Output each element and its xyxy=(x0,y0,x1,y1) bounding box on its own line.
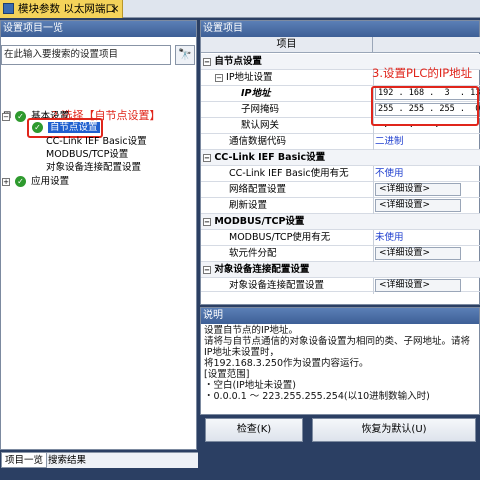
grid-column-header: 项目 xyxy=(201,37,480,53)
collapse-icon[interactable]: − xyxy=(203,217,211,226)
communication-code-value[interactable]: 二进制 xyxy=(375,134,404,149)
check-icon: ✓ xyxy=(15,111,27,122)
title-bar: 模块参数 以太网端口 × xyxy=(0,0,480,18)
window-title: 模块参数 以太网端口 xyxy=(18,3,116,15)
tree-item-target-device-connection[interactable]: 对象设备连接配置设置 xyxy=(46,161,141,175)
row-label: 对象设备连接配置设置 xyxy=(229,280,325,291)
check-icon: ✓ xyxy=(15,176,27,187)
row-label: CC-Link IEF Basic设置 xyxy=(214,152,326,163)
row-network-config: 网络配置设置 <详细设置> xyxy=(201,182,480,198)
tree-item-label: MODBUS/TCP设置 xyxy=(46,149,129,160)
search-input[interactable]: 在此输入要搜索的设置项目 xyxy=(1,45,171,65)
row-label: 对象设备连接配置设置 xyxy=(214,264,310,275)
tree-item-label: CC-Link IEF Basic设置 xyxy=(46,136,147,147)
row-communication-data-code: 通信数据代码 二进制 xyxy=(201,134,480,150)
group-target-device-connection[interactable]: − 对象设备连接配置设置 xyxy=(201,262,480,278)
row-label: IP地址设置 xyxy=(226,72,273,83)
close-icon[interactable]: × xyxy=(109,0,121,18)
expand-icon[interactable]: + xyxy=(2,177,10,186)
row-label: MODBUS/TCP使用有无 xyxy=(229,232,331,243)
binoculars-icon[interactable]: 🔭 xyxy=(175,45,195,65)
row-label: 通信数据代码 xyxy=(229,136,287,147)
tab-search-results[interactable]: 搜索结果 xyxy=(45,453,89,468)
window-tab[interactable]: 模块参数 以太网端口 xyxy=(0,0,123,18)
row-label: 软元件分配 xyxy=(229,248,277,259)
cclink-usage-value[interactable]: 不使用 xyxy=(375,166,404,181)
search-row: 在此输入要搜索的设置项目 🔭 xyxy=(1,45,196,67)
left-pane-header: 设置项目一览 xyxy=(1,21,196,37)
row-cclink-usage: CC-Link IEF Basic使用有无 不使用 xyxy=(201,166,480,182)
ip-highlight-frame xyxy=(371,86,479,126)
tree-item-label: 对象设备连接配置设置 xyxy=(46,162,142,173)
collapse-icon[interactable]: − xyxy=(203,265,211,274)
row-label: IP地址 xyxy=(241,88,271,99)
collapse-icon[interactable]: − xyxy=(2,112,10,121)
settings-item-list-pane: 设置项目一览 在此输入要搜索的设置项目 🔭 ⊞ 2.选择【自节点设置】 项目一览… xyxy=(0,20,198,468)
network-config-detail-button[interactable]: <详细设置> xyxy=(375,183,461,196)
device-assignment-detail-button[interactable]: <详细设置> xyxy=(375,247,461,260)
tree-item-application-settings[interactable]: + ✓ 应用设置 xyxy=(2,175,69,189)
right-pane-header: 设置项目 xyxy=(201,21,479,37)
row-modbus-usage: MODBUS/TCP使用有无 未使用 xyxy=(201,230,480,246)
collapse-icon[interactable]: − xyxy=(215,73,223,82)
check-button[interactable]: 检查(K) xyxy=(205,418,303,442)
target-device-detail-button[interactable]: <详细设置> xyxy=(375,279,461,292)
tree-item-cclink-ief-basic[interactable]: CC-Link IEF Basic设置 xyxy=(46,135,147,149)
row-label: CC-Link IEF Basic使用有无 xyxy=(229,168,349,179)
row-device-assignment: 软元件分配 <详细设置> xyxy=(201,246,480,262)
modbus-usage-value[interactable]: 未使用 xyxy=(375,230,404,245)
left-pane-tabs: 项目一览 搜索结果 xyxy=(1,452,198,468)
column-item: 项目 xyxy=(201,37,373,53)
settings-grid-pane: 设置项目 项目 − 自节点设置 − IP地址设置 IP地址 192 . 168 … xyxy=(200,20,480,305)
tree-item-label: 应用设置 xyxy=(31,176,70,187)
module-icon xyxy=(3,3,14,14)
collapse-icon[interactable]: − xyxy=(203,153,211,162)
row-label: 子网掩码 xyxy=(241,104,280,115)
group-cclink-ief-basic[interactable]: − CC-Link IEF Basic设置 xyxy=(201,150,480,166)
row-label: MODBUS/TCP设置 xyxy=(214,216,305,227)
tab-item-list[interactable]: 项目一览 xyxy=(1,453,48,468)
annotation-set-plc-ip: 3.设置PLC的IP地址 xyxy=(372,66,473,80)
description-header: 说明 xyxy=(201,308,479,324)
tree-item-modbus-tcp[interactable]: MODBUS/TCP设置 xyxy=(46,148,128,162)
row-target-device-connection: 对象设备连接配置设置 <详细设置> xyxy=(201,278,480,294)
refresh-detail-button[interactable]: <详细设置> xyxy=(375,199,461,212)
group-modbus-tcp[interactable]: − MODBUS/TCP设置 xyxy=(201,214,480,230)
description-text: 设置自节点的IP地址。 请将与自节点通信的对象设备设置为相同的类、子网地址。请将… xyxy=(204,325,471,402)
restore-default-button[interactable]: 恢复为默认(U) xyxy=(312,418,476,442)
collapse-icon[interactable]: − xyxy=(203,57,211,66)
description-pane: 说明 设置自节点的IP地址。 请将与自节点通信的对象设备设置为相同的类、子网地址… xyxy=(200,307,480,415)
row-refresh-settings: 刷新设置 <详细设置> xyxy=(201,198,480,214)
row-label: 刷新设置 xyxy=(229,200,268,211)
row-label: 默认网关 xyxy=(241,120,280,131)
row-label: 网络配置设置 xyxy=(229,184,287,195)
row-label: 自节点设置 xyxy=(214,56,262,67)
